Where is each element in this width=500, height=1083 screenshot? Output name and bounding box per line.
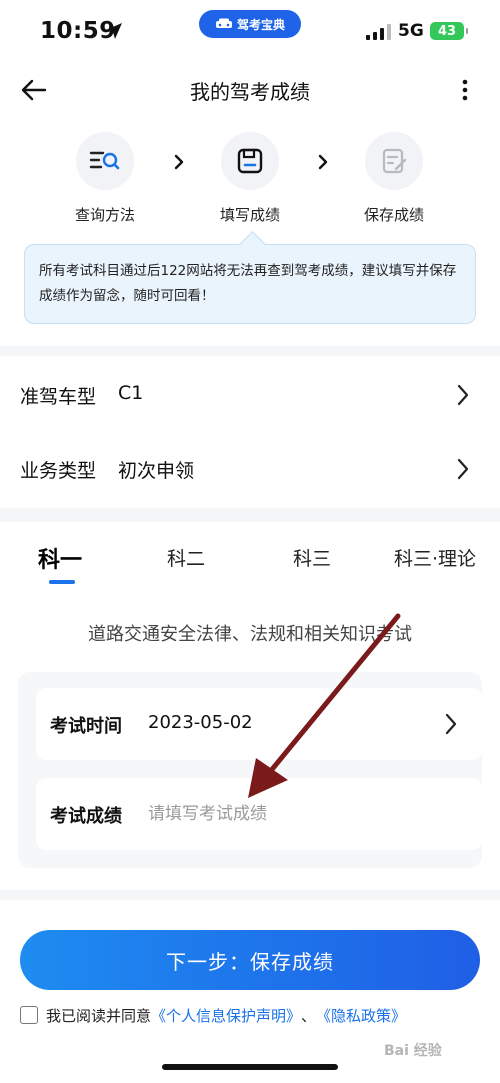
exam-score-input[interactable] [148,800,448,828]
car-icon [215,18,232,28]
chevron-right-icon [318,154,328,170]
tab-subject-1[interactable]: 科一 [38,542,82,574]
active-tab-indicator [49,580,75,584]
nav-bar: 我的驾考成绩 [0,62,500,118]
agreement-separator: 、 [301,1006,317,1025]
next-save-score-button[interactable]: 下一步：保存成绩 [20,930,480,990]
tab-subject-3[interactable]: 科三 [293,544,331,571]
agreement-checkbox[interactable] [20,1006,38,1024]
location-arrow-icon [106,23,122,39]
chevron-right-icon [445,713,457,735]
step-query-method[interactable]: 查询方法 [45,132,165,225]
more-vertical-icon[interactable] [456,76,474,104]
tip-bubble: 所有考试科目通过后122网站将无法再查到驾考成绩，建议填写并保存成绩作为留念，随… [24,244,476,324]
exam-score-field: 考试成绩 [36,778,482,850]
vehicle-type-row[interactable]: 准驾车型 C1 [0,358,500,432]
subject-tabs: 科一 科二 科三 科三·理论 [0,530,500,590]
row-label: 准驾车型 [20,386,97,408]
agreement-row: 我已阅读并同意 《个人信息保护声明》 、 《隐私政策》 [20,1002,490,1028]
field-label: 考试时间 [50,716,122,737]
status-bar: 10:59 驾考宝典 5G 43 [0,0,500,62]
app-screen: 10:59 驾考宝典 5G 43 我的驾考成绩 查询方法 填写成绩 保存成绩 所… [0,0,500,1083]
row-value: C1 [118,382,144,404]
app-badge-label: 驾考宝典 [236,17,285,32]
step-circle [76,132,134,190]
watermark: Bai 经验 [384,1043,442,1059]
progress-steps: 查询方法 填写成绩 保存成绩 [0,132,500,232]
exam-date-value: 2023-05-02 [148,712,253,733]
step-save-score[interactable]: 保存成绩 [334,132,454,225]
subject-description: 道路交通安全法律、法规和相关知识考试 [88,624,412,645]
save-disk-icon [237,148,263,174]
step-fill-score[interactable]: 填写成绩 [190,132,310,225]
privacy-statement-link[interactable]: 《个人信息保护声明》 [151,1005,301,1026]
battery-indicator: 43 [430,22,468,40]
exam-time-field[interactable]: 考试时间 2023-05-02 [36,688,482,760]
row-value: 初次申领 [118,460,195,482]
search-list-icon [89,151,120,170]
step-circle [365,132,423,190]
step-label: 填写成绩 [219,206,280,224]
home-indicator [162,1064,338,1070]
business-type-row[interactable]: 业务类型 初次申领 [0,432,500,506]
step-label: 查询方法 [74,206,135,224]
chevron-right-icon [457,384,469,406]
tab-subject-2[interactable]: 科二 [167,544,205,571]
tab-subject-3-theory[interactable]: 科三·理论 [394,544,476,571]
score-form-card: 考试时间 2023-05-02 考试成绩 [18,672,482,868]
network-type: 5G [398,21,424,41]
section-divider [0,346,500,356]
page-title: 我的驾考成绩 [190,80,310,104]
edit-doc-icon [382,148,407,174]
signal-icon [366,24,391,40]
chevron-right-icon [174,154,184,170]
app-badge[interactable]: 驾考宝典 [199,10,301,38]
field-label: 考试成绩 [50,806,122,827]
agreement-text: 我已阅读并同意 [46,1006,152,1025]
step-circle [221,132,279,190]
section-divider [0,508,500,522]
row-label: 业务类型 [20,460,97,482]
privacy-policy-link[interactable]: 《隐私政策》 [316,1005,406,1026]
chevron-right-icon [457,458,469,480]
step-label: 保存成绩 [363,206,424,224]
section-divider [0,890,500,900]
